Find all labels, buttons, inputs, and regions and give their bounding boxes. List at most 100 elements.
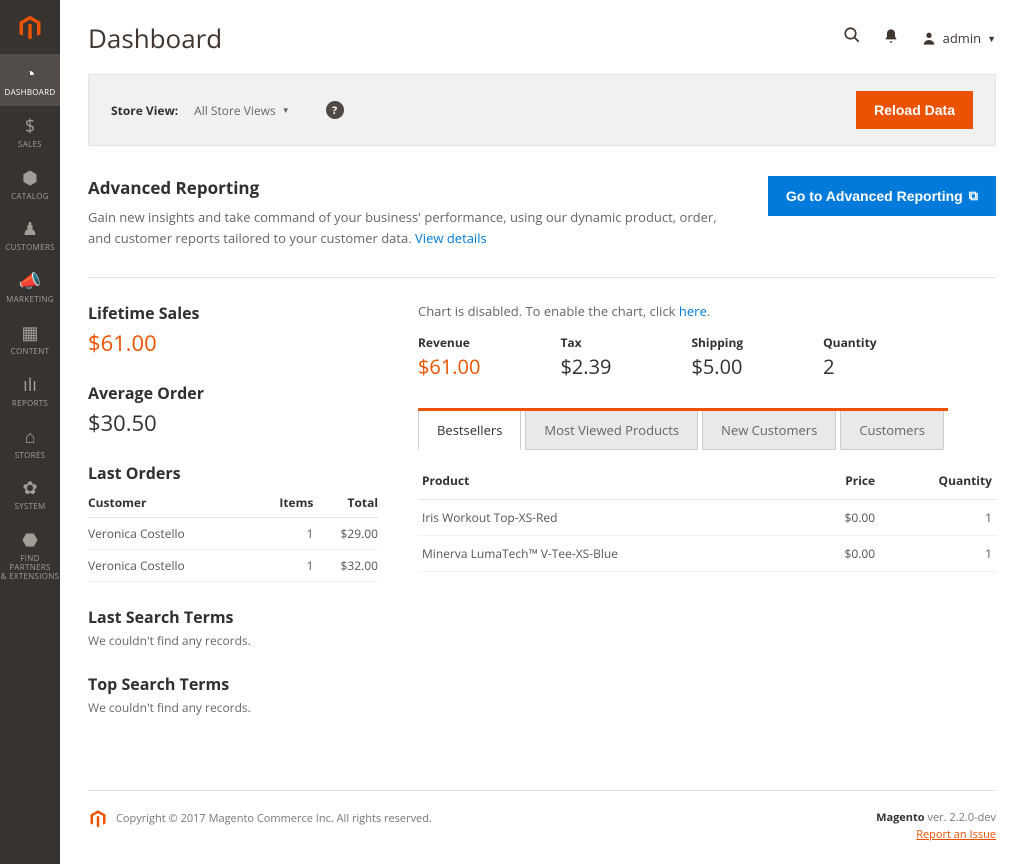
gauge-icon: ◔ [25, 62, 36, 86]
cell-customer: Veronica Costello [88, 549, 255, 581]
cell-product: Minerva LumaTech™ V-Tee-XS-Blue [418, 535, 806, 571]
nav-dashboard[interactable]: ◔ DASHBOARD [0, 54, 60, 106]
ver-prefix: ver. [925, 810, 950, 825]
cell-total: $29.00 [313, 517, 378, 549]
col-price: Price [806, 462, 879, 500]
partners-icon: ⬣ [22, 528, 38, 552]
col-qty: Quantity [879, 462, 996, 500]
table-row[interactable]: Minerva LumaTech™ V-Tee-XS-Blue $0.00 1 [418, 535, 996, 571]
col-customer: Customer [88, 488, 255, 518]
adv-report-title: Advanced Reporting [88, 176, 738, 199]
help-icon[interactable]: ? [326, 101, 344, 119]
bestsellers-table: Product Price Quantity Iris Workout Top-… [418, 462, 996, 572]
nav-label: DASHBOARD [4, 89, 55, 98]
cell-price: $0.00 [806, 535, 879, 571]
metric-value: 2 [823, 353, 876, 380]
nav-label: CONTENT [11, 348, 50, 357]
metric-shipping: Shipping $5.00 [691, 334, 743, 380]
metric-tax: Tax $2.39 [560, 334, 611, 380]
magento-logo[interactable] [12, 10, 48, 46]
product-tabs: Bestsellers Most Viewed Products New Cus… [418, 408, 948, 450]
stat-label: Lifetime Sales [88, 302, 378, 324]
nav-catalog[interactable]: ⬢ CATALOG [0, 158, 60, 210]
metric-label: Quantity [823, 334, 876, 351]
nav-system[interactable]: ✿ SYSTEM [0, 468, 60, 520]
tab-new-customers[interactable]: New Customers [702, 411, 836, 450]
caret-down-icon: ▼ [282, 105, 290, 116]
cell-qty: 1 [879, 535, 996, 571]
adv-report-text: Gain new insights and take command of yo… [88, 208, 717, 247]
storeview-bar: Store View: All Store Views ▼ ? Reload D… [88, 74, 996, 146]
version-number: 2.2.0-dev [949, 810, 996, 825]
external-link-icon: ⧉ [969, 188, 978, 204]
dollar-icon: $ [25, 114, 35, 138]
cell-customer: Veronica Costello [88, 517, 255, 549]
stat-value: $30.50 [88, 408, 378, 438]
nav-marketing[interactable]: 📣 MARKETING [0, 261, 60, 313]
cube-icon: ⬢ [22, 166, 38, 190]
admin-sidebar: ◔ DASHBOARD $ SALES ⬢ CATALOG ♟ CUSTOMER… [0, 0, 60, 864]
nav-partners[interactable]: ⬣ FIND PARTNERS & EXTENSIONS [0, 520, 60, 589]
cell-items: 1 [255, 517, 314, 549]
empty-message: We couldn't find any records. [88, 632, 378, 649]
notifications-icon[interactable] [883, 26, 899, 50]
table-row[interactable]: Veronica Costello 1 $32.00 [88, 549, 378, 581]
caret-down-icon: ▼ [987, 32, 996, 45]
stat-value: $61.00 [88, 328, 378, 358]
adv-report-desc: Gain new insights and take command of yo… [88, 207, 738, 249]
nav-label: CUSTOMERS [5, 244, 55, 253]
storefront-icon: ⌂ [25, 425, 36, 449]
search-icon[interactable] [843, 26, 861, 50]
copyright-text: Copyright © 2017 Magento Commerce Inc. A… [116, 811, 432, 826]
tab-bestsellers[interactable]: Bestsellers [418, 411, 521, 450]
storeview-select[interactable]: All Store Views ▼ [194, 102, 289, 119]
goto-adv-reporting-button[interactable]: Go to Advanced Reporting ⧉ [768, 176, 996, 216]
tab-most-viewed[interactable]: Most Viewed Products [525, 411, 698, 450]
storeview-value: All Store Views [194, 102, 276, 119]
cell-price: $0.00 [806, 499, 879, 535]
report-issue-link[interactable]: Report an Issue [916, 827, 996, 842]
metric-value: $5.00 [691, 353, 743, 380]
col-total: Total [313, 488, 378, 518]
user-name: admin [943, 29, 981, 47]
nav-customers[interactable]: ♟ CUSTOMERS [0, 209, 60, 261]
metric-value: $2.39 [560, 353, 611, 380]
table-row[interactable]: Veronica Costello 1 $29.00 [88, 517, 378, 549]
nav-label: STORES [15, 452, 46, 461]
top-search-title: Top Search Terms [88, 673, 378, 695]
stat-label: Average Order [88, 382, 378, 404]
nav-stores[interactable]: ⌂ STORES [0, 417, 60, 469]
person-icon: ♟ [22, 217, 38, 241]
layout-icon: ▦ [21, 321, 38, 345]
nav-label: CATALOG [11, 193, 49, 202]
col-items: Items [255, 488, 314, 518]
cell-items: 1 [255, 549, 314, 581]
last-search-title: Last Search Terms [88, 606, 378, 628]
advanced-reporting-panel: Advanced Reporting Gain new insights and… [88, 176, 996, 278]
magento-logo-small [88, 809, 108, 829]
cell-product: Iris Workout Top-XS-Red [418, 499, 806, 535]
topbar: Dashboard admin ▼ [88, 20, 996, 56]
topbar-actions: admin ▼ [843, 26, 996, 50]
reload-data-button[interactable]: Reload Data [856, 91, 973, 129]
enable-chart-link[interactable]: here [679, 302, 707, 320]
table-row[interactable]: Iris Workout Top-XS-Red $0.00 1 [418, 499, 996, 535]
nav-label: FIND PARTNERS & EXTENSIONS [0, 555, 60, 581]
metric-label: Revenue [418, 334, 480, 351]
user-menu[interactable]: admin ▼ [921, 29, 996, 47]
dashboard-left-column: Lifetime Sales $61.00 Average Order $30.… [88, 302, 378, 740]
lifetime-sales-block: Lifetime Sales $61.00 [88, 302, 378, 358]
nav-content[interactable]: ▦ CONTENT [0, 313, 60, 365]
storeview-label: Store View: [111, 102, 178, 119]
metric-value: $61.00 [418, 353, 480, 380]
empty-message: We couldn't find any records. [88, 699, 378, 716]
last-orders-table: Customer Items Total Veronica Costello 1… [88, 488, 378, 582]
col-product: Product [418, 462, 806, 500]
chart-hint-text: Chart is disabled. To enable the chart, … [418, 302, 679, 320]
dashboard-right-column: Chart is disabled. To enable the chart, … [418, 302, 996, 740]
tab-customers[interactable]: Customers [840, 411, 944, 450]
view-details-link[interactable]: View details [415, 229, 487, 247]
bars-icon: ılı [23, 373, 37, 397]
nav-sales[interactable]: $ SALES [0, 106, 60, 158]
nav-reports[interactable]: ılı REPORTS [0, 365, 60, 417]
